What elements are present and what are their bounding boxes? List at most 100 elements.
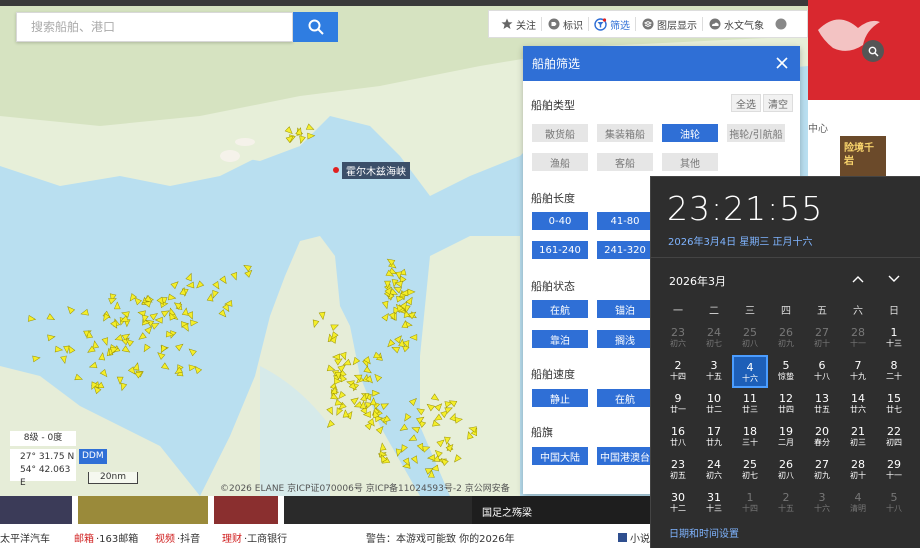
calendar-day[interactable]: 30 十二 xyxy=(660,487,696,520)
news-thumb[interactable] xyxy=(284,496,472,524)
toolbar-layers[interactable]: 图层显示 xyxy=(636,11,702,37)
ship-marker[interactable] xyxy=(230,271,239,281)
status-underway[interactable]: 在航 xyxy=(532,300,588,318)
toolbar-weather[interactable]: 水文气象 xyxy=(703,11,769,37)
ship-marker[interactable] xyxy=(372,389,381,397)
news-notice[interactable]: 警告：本游戏可能致 你的2026年 xyxy=(366,530,515,545)
calendar-day[interactable]: 27 初九 xyxy=(804,454,840,487)
flag-china-mainland[interactable]: 中国大陆 xyxy=(532,447,588,465)
select-all-button[interactable]: 全选 xyxy=(731,94,761,112)
news-thumb[interactable] xyxy=(0,496,72,524)
calendar-day[interactable]: 23 初五 xyxy=(660,454,696,487)
ship-marker[interactable] xyxy=(427,454,436,462)
ship-marker[interactable] xyxy=(121,345,131,355)
calendar-day[interactable]: 8 二十 xyxy=(876,355,912,388)
side-game-thumbnail[interactable]: 险境千岩 xyxy=(840,136,886,178)
calendar-month[interactable]: 2026年3月 xyxy=(669,273,726,289)
speed-stationary[interactable]: 静止 xyxy=(532,389,588,407)
ship-marker[interactable] xyxy=(219,275,229,285)
ship-marker[interactable] xyxy=(436,438,446,448)
ship-marker[interactable] xyxy=(408,434,418,443)
calendar-day[interactable]: 16 廿八 xyxy=(660,421,696,454)
ship-marker[interactable] xyxy=(330,322,340,331)
ship-marker[interactable] xyxy=(242,263,252,272)
ship-marker[interactable] xyxy=(186,281,195,289)
calendar-day[interactable]: 24 初六 xyxy=(696,454,732,487)
ship-type-other[interactable]: 其他 xyxy=(662,153,718,171)
ship-marker[interactable] xyxy=(411,425,420,434)
news-link-mail-cat[interactable]: 邮箱 xyxy=(74,530,94,545)
ship-marker[interactable] xyxy=(351,356,361,366)
ship-type-fishing[interactable]: 渔船 xyxy=(532,153,588,171)
ship-marker[interactable] xyxy=(410,455,420,465)
toolbar-more[interactable] xyxy=(769,11,795,37)
ship-marker[interactable] xyxy=(212,281,222,290)
ship-marker[interactable] xyxy=(468,425,477,433)
length-0-40[interactable]: 0-40 xyxy=(532,212,588,230)
ship-marker[interactable] xyxy=(190,319,199,327)
flag-china-hk-mo-tw[interactable]: 中国港澳台 xyxy=(597,447,653,465)
calendar-day[interactable]: 13 廿五 xyxy=(804,388,840,421)
ship-marker[interactable] xyxy=(74,373,84,382)
calendar-day[interactable]: 2 十五 xyxy=(768,487,804,520)
calendar-day[interactable]: 22 初四 xyxy=(876,421,912,454)
ship-marker[interactable] xyxy=(295,127,304,136)
ship-marker[interactable] xyxy=(113,301,121,310)
calendar-day[interactable]: 29 十一 xyxy=(876,454,912,487)
ship-marker[interactable] xyxy=(402,413,412,423)
search-button[interactable] xyxy=(293,12,338,42)
ship-marker[interactable] xyxy=(47,334,56,342)
length-241-320[interactable]: 241-320 xyxy=(597,241,653,259)
ship-marker[interactable] xyxy=(454,416,463,424)
ship-marker[interactable] xyxy=(465,431,474,440)
status-anchored[interactable]: 锚泊 xyxy=(597,300,653,318)
calendar-day[interactable]: 26 初九 xyxy=(768,322,804,355)
news-link-auto[interactable]: 太平洋汽车 xyxy=(0,530,50,545)
calendar-day[interactable]: 21 初三 xyxy=(840,421,876,454)
ship-marker[interactable] xyxy=(408,396,418,406)
coord-format-button[interactable]: DDM xyxy=(79,449,107,464)
ship-marker[interactable] xyxy=(434,402,444,412)
ship-marker[interactable] xyxy=(98,352,106,361)
calendar-day[interactable]: 11 廿三 xyxy=(732,388,768,421)
calendar-day[interactable]: 25 初八 xyxy=(732,322,768,355)
ship-marker[interactable] xyxy=(27,315,37,322)
ship-marker[interactable] xyxy=(334,407,343,417)
close-icon[interactable] xyxy=(774,55,790,71)
ship-type-passenger[interactable]: 客船 xyxy=(597,153,653,171)
clock-date-line[interactable]: 2026年3月4日 星期三 正月十六 xyxy=(668,233,813,248)
ship-marker[interactable] xyxy=(116,376,124,385)
calendar-day[interactable]: 9 廿一 xyxy=(660,388,696,421)
ship-marker[interactable] xyxy=(379,442,387,451)
ship-marker[interactable] xyxy=(170,279,180,290)
ship-marker[interactable] xyxy=(137,332,147,342)
clear-button[interactable]: 清空 xyxy=(763,94,793,112)
calendar-day[interactable]: 28 十一 xyxy=(840,322,876,355)
news-link-mail[interactable]: ·163邮箱 xyxy=(96,530,138,545)
ship-marker[interactable] xyxy=(284,126,294,136)
calendar-day[interactable]: 28 初十 xyxy=(840,454,876,487)
ship-marker[interactable] xyxy=(32,355,41,363)
calendar-day[interactable]: 5 惊蛰 xyxy=(768,355,804,388)
ship-marker[interactable] xyxy=(187,347,197,357)
ship-marker[interactable] xyxy=(421,444,431,453)
ship-marker[interactable] xyxy=(132,362,140,371)
ship-marker[interactable] xyxy=(46,313,56,323)
ship-marker[interactable] xyxy=(193,364,203,375)
ship-marker[interactable] xyxy=(186,311,195,321)
news-thumb[interactable] xyxy=(78,496,208,524)
ship-marker[interactable] xyxy=(195,280,205,290)
ship-marker[interactable] xyxy=(318,311,326,321)
ship-marker[interactable] xyxy=(395,448,403,457)
calendar-day[interactable]: 25 初七 xyxy=(732,454,768,487)
ship-marker[interactable] xyxy=(128,293,138,303)
ship-marker[interactable] xyxy=(415,406,425,416)
calendar-day[interactable]: 26 初八 xyxy=(768,454,804,487)
ship-marker[interactable] xyxy=(342,409,350,418)
ship-marker[interactable] xyxy=(369,397,377,406)
ship-marker[interactable] xyxy=(311,319,320,328)
calendar-day[interactable]: 5 十八 xyxy=(876,487,912,520)
calendar-day[interactable]: 19 二月 xyxy=(768,421,804,454)
toolbar-tag[interactable]: 标识 xyxy=(542,11,588,37)
news-caption[interactable]: 国足之殇梁 xyxy=(472,496,650,524)
